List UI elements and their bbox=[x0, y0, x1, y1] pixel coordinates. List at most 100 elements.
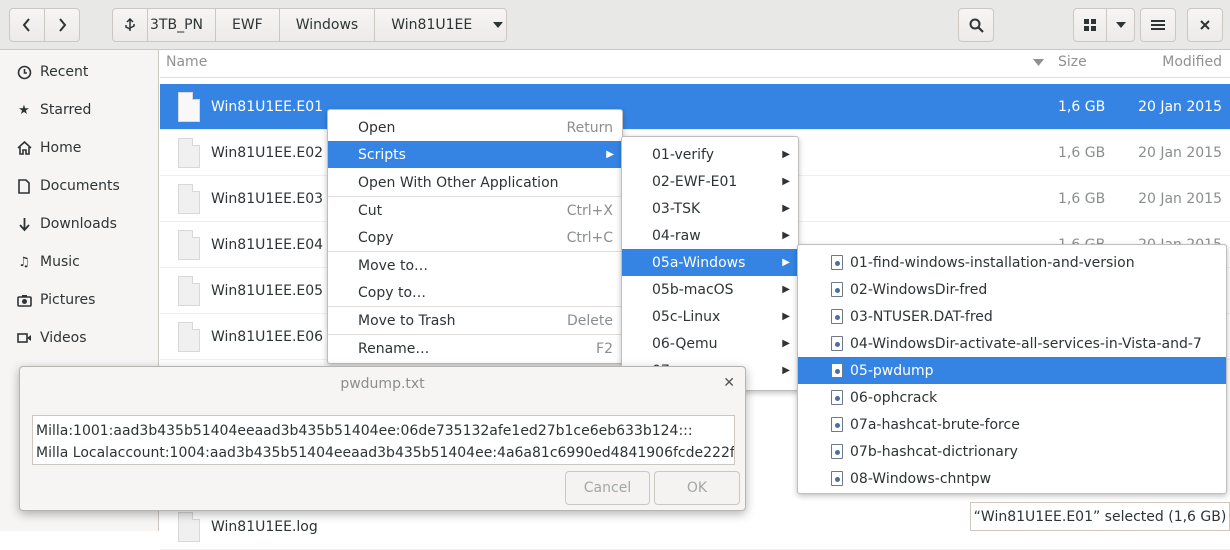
camera-icon bbox=[16, 292, 32, 308]
breadcrumb-item-current[interactable]: Win81U1EE bbox=[375, 9, 506, 41]
sidebar-item-label: Videos bbox=[40, 330, 87, 346]
script-file-icon bbox=[831, 336, 843, 351]
menu-item-move-to[interactable]: Move to… bbox=[328, 252, 622, 279]
submenu-item[interactable]: 02-EWF-E01 ▶ bbox=[622, 168, 798, 195]
sidebar-item-starred[interactable]: ★ Starred bbox=[0, 91, 159, 129]
close-window-button[interactable] bbox=[1187, 8, 1223, 42]
script-item[interactable]: 05-pwdump bbox=[798, 357, 1226, 384]
main-menu-button[interactable] bbox=[1140, 8, 1176, 42]
submenu-item[interactable]: 06-Qemu ▶ bbox=[622, 330, 798, 357]
submenu-item[interactable]: 05c-Linux ▶ bbox=[622, 303, 798, 330]
script-item[interactable]: 08-Windows-chntpw bbox=[798, 465, 1226, 492]
menu-item-label: 05a-Windows bbox=[652, 254, 746, 271]
sidebar-item-label: Recent bbox=[40, 64, 89, 80]
document-icon bbox=[16, 178, 32, 194]
script-item[interactable]: 04-WindowsDir-activate-all-services-in-V… bbox=[798, 330, 1226, 357]
sort-down-icon[interactable] bbox=[1033, 59, 1044, 66]
menu-item-label: 02-EWF-E01 bbox=[652, 173, 738, 190]
close-icon bbox=[1200, 20, 1210, 30]
menu-item-copy[interactable]: Copy Ctrl+C bbox=[328, 224, 622, 251]
menu-item-label: 05b-macOS bbox=[652, 281, 734, 298]
menu-accelerator: Delete bbox=[567, 312, 613, 329]
submenu-item[interactable]: 05b-macOS ▶ bbox=[622, 276, 798, 303]
menu-item-cut[interactable]: Cut Ctrl+X bbox=[328, 197, 622, 224]
dialog-text-line: Milla:1001:aad3b435b51404eeaad3b435b5140… bbox=[36, 423, 693, 439]
menu-item-copy-to[interactable]: Copy to… bbox=[328, 279, 622, 306]
back-button[interactable] bbox=[9, 8, 45, 42]
sidebar-item-music[interactable]: ♫ Music bbox=[0, 243, 159, 281]
dialog-title: pwdump.txt bbox=[340, 376, 425, 392]
script-item[interactable]: 07a-hashcat-brute-force bbox=[798, 411, 1226, 438]
close-icon[interactable]: ✕ bbox=[723, 375, 735, 391]
sidebar-item-label: Home bbox=[40, 140, 82, 156]
breadcrumb-item-ewf[interactable]: EWF bbox=[216, 9, 280, 41]
view-toggle-button[interactable] bbox=[1073, 8, 1107, 42]
dialog-text-area[interactable]: Milla:1001:aad3b435b51404eeaad3b435b5140… bbox=[32, 415, 735, 465]
submenu-arrow-icon: ▶ bbox=[782, 203, 790, 214]
submenu-arrow-icon: ▶ bbox=[782, 284, 790, 295]
file-icon bbox=[178, 137, 200, 168]
file-size: 1,6 GB bbox=[1058, 98, 1106, 115]
menu-item-open-with[interactable]: Open With Other Application bbox=[328, 169, 622, 196]
column-size-header[interactable]: Size bbox=[1058, 54, 1087, 70]
submenu-item[interactable]: 05a-Windows ▶ bbox=[622, 249, 798, 276]
menu-item-rename[interactable]: Rename… F2 bbox=[328, 335, 622, 362]
header-bar: 3TB_PN EWF Windows Win81U1EE bbox=[0, 0, 1230, 50]
sidebar-item-home[interactable]: Home bbox=[0, 129, 159, 167]
breadcrumb-item-3tb[interactable]: 3TB_PN bbox=[148, 9, 216, 41]
sidebar-item-label: Starred bbox=[40, 102, 92, 118]
script-item[interactable]: 03-NTUSER.DAT-fred bbox=[798, 303, 1226, 330]
breadcrumb: 3TB_PN EWF Windows Win81U1EE bbox=[112, 8, 507, 42]
menu-item-scripts[interactable]: Scripts ▶ bbox=[328, 141, 622, 168]
sidebar-item-downloads[interactable]: Downloads bbox=[0, 205, 159, 243]
menu-item-label: Open With Other Application bbox=[358, 174, 559, 191]
table-row[interactable]: Win81U1EE.E01 1,6 GB 20 Jan 2015 bbox=[160, 84, 1230, 130]
menu-item-label: Open bbox=[358, 119, 396, 136]
script-item[interactable]: 01-find-windows-installation-and-version bbox=[798, 249, 1226, 276]
script-item[interactable]: 07b-hashcat-dictrionary bbox=[798, 438, 1226, 465]
grid-icon bbox=[1084, 19, 1096, 31]
chevron-right-icon bbox=[59, 18, 67, 32]
menu-item-open[interactable]: Open Return bbox=[328, 114, 622, 141]
column-header: Name Size Modified bbox=[160, 50, 1230, 78]
status-overlay: “Win81U1EE.E01” selected (1,6 GB) bbox=[970, 502, 1230, 531]
file-size: 1,6 GB bbox=[1058, 144, 1106, 161]
sidebar-item-videos[interactable]: Videos bbox=[0, 319, 159, 357]
menu-item-label: 04-WindowsDir-activate-all-services-in-V… bbox=[850, 335, 1202, 352]
menu-item-label: 05c-Linux bbox=[652, 308, 721, 325]
submenu-item[interactable]: 03-TSK ▶ bbox=[622, 195, 798, 222]
menu-item-label: 01-find-windows-installation-and-version bbox=[850, 254, 1135, 271]
column-name-header[interactable]: Name bbox=[166, 54, 207, 70]
sidebar-item-label: Downloads bbox=[40, 216, 117, 232]
sidebar-item-pictures[interactable]: Pictures bbox=[0, 281, 159, 319]
sidebar-item-documents[interactable]: Documents bbox=[0, 167, 159, 205]
script-item[interactable]: 02-WindowsDir-fred bbox=[798, 276, 1226, 303]
chevron-down-icon bbox=[1115, 22, 1126, 28]
file-icon bbox=[178, 321, 200, 352]
menu-accelerator: F2 bbox=[596, 340, 613, 357]
file-name: Win81U1EE.E03 bbox=[211, 190, 324, 207]
menu-item-label: 03-NTUSER.DAT-fred bbox=[850, 308, 993, 325]
cancel-button[interactable]: Cancel bbox=[565, 471, 650, 505]
script-file-icon bbox=[831, 255, 843, 270]
submenu-item[interactable]: 04-raw ▶ bbox=[622, 222, 798, 249]
menu-item-label: Copy bbox=[358, 229, 394, 246]
menu-item-label: Cut bbox=[358, 202, 383, 219]
sidebar-item-recent[interactable]: Recent bbox=[0, 53, 159, 91]
submenu-arrow-icon: ▶ bbox=[782, 365, 790, 376]
breadcrumb-item-windows[interactable]: Windows bbox=[280, 9, 376, 41]
usb-drive-icon[interactable] bbox=[113, 9, 148, 41]
submenu-item[interactable]: 01-verify ▶ bbox=[622, 141, 798, 168]
search-button[interactable] bbox=[958, 8, 994, 42]
forward-button[interactable] bbox=[44, 8, 80, 42]
download-icon bbox=[16, 216, 32, 232]
menu-item-trash[interactable]: Move to Trash Delete bbox=[328, 307, 622, 334]
submenu-arrow-icon: ▶ bbox=[782, 338, 790, 349]
file-icon bbox=[178, 511, 200, 542]
view-options-button[interactable] bbox=[1106, 8, 1135, 42]
column-modified-header[interactable]: Modified bbox=[1162, 54, 1222, 70]
script-file-icon bbox=[831, 471, 843, 486]
script-item[interactable]: 06-ophcrack bbox=[798, 384, 1226, 411]
home-icon bbox=[16, 140, 32, 156]
ok-button[interactable]: OK bbox=[654, 471, 740, 505]
